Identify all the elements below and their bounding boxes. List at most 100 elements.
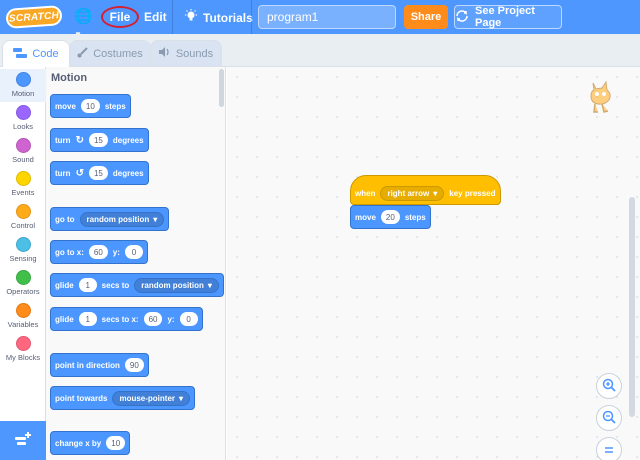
block-change-x[interactable]: change x by 10 <box>50 431 131 455</box>
block-glide-to[interactable]: glide 1 secs to random position ▾ <box>50 273 224 297</box>
zoom-out-button[interactable] <box>596 405 622 431</box>
file-menu[interactable]: File <box>101 6 139 28</box>
block-when-key-pressed[interactable]: when right arrow ▾ key pressed <box>350 175 501 205</box>
scratch-logo[interactable]: SCRATCH <box>5 5 63 29</box>
caret-down-icon: ▾ <box>179 393 184 403</box>
zoom-reset-button[interactable] <box>596 437 622 460</box>
block-text: degrees <box>112 135 144 145</box>
category-label: Variables <box>7 320 39 329</box>
category-operators[interactable]: Operators <box>0 267 46 300</box>
project-title-input[interactable]: program1 <box>258 5 396 29</box>
rotate-right-icon: ↻ <box>75 134 84 146</box>
rotate-left-icon: ↺ <box>75 167 84 179</box>
palette-scrollbar[interactable] <box>219 69 224 107</box>
zoom-in-button[interactable] <box>596 373 622 399</box>
block-go-to-xy[interactable]: go to x: 60 y: 0 <box>50 240 148 264</box>
key-dropdown[interactable]: right arrow ▾ <box>380 185 445 201</box>
block-point-direction[interactable]: point in direction 90 <box>50 353 149 377</box>
block-text: point towards <box>55 393 108 403</box>
edit-menu[interactable]: Edit <box>144 10 167 24</box>
category-events[interactable]: Events <box>0 168 46 201</box>
workspace-scrollbar[interactable] <box>629 197 635 417</box>
code-workspace[interactable]: when right arrow ▾ key pressed move 20 st… <box>227 67 640 460</box>
category-sound[interactable]: Sound <box>0 135 46 168</box>
menu-divider <box>172 0 173 34</box>
language-menu[interactable]: 🌐▼ <box>74 8 100 39</box>
block-input[interactable]: 10 <box>80 99 100 113</box>
block-dropdown[interactable]: random position ▾ <box>79 211 165 227</box>
share-button[interactable]: Share <box>404 5 448 29</box>
block-input[interactable]: 0 <box>179 312 198 326</box>
block-text: go to x: <box>55 247 84 257</box>
brush-icon <box>77 46 88 61</box>
block-input[interactable]: 60 <box>88 245 108 259</box>
block-text: steps <box>104 101 126 111</box>
block-text: change x by <box>55 438 102 448</box>
tutorials-label: Tutorials <box>203 10 253 25</box>
globe-icon: 🌐 <box>74 8 93 25</box>
category-dot <box>15 204 31 219</box>
block-text: turn <box>55 135 71 145</box>
block-text: secs to <box>101 280 130 290</box>
see-project-page-button[interactable]: See Project Page <box>454 5 562 29</box>
dropdown-value: random position <box>86 214 150 224</box>
block-point-towards[interactable]: point towards mouse-pointer ▾ <box>50 386 196 410</box>
block-text: point in direction <box>55 360 120 370</box>
dropdown-value: right arrow <box>387 188 430 198</box>
block-input[interactable]: 10 <box>106 436 126 450</box>
block-input[interactable]: 0 <box>124 245 143 259</box>
see-project-page-label: See Project Page <box>475 5 535 29</box>
category-sensing[interactable]: Sensing <box>0 234 46 267</box>
speaker-icon <box>158 47 171 60</box>
tab-sounds-label: Sounds <box>175 47 214 60</box>
zoom-in-icon <box>602 378 616 395</box>
block-input[interactable]: 15 <box>88 133 108 147</box>
block-text: go to <box>55 214 75 224</box>
category-dot <box>15 72 31 87</box>
dropdown-value: random position <box>141 280 204 290</box>
category-dot <box>15 270 31 285</box>
menu-divider <box>251 0 252 34</box>
category-dot <box>15 303 31 318</box>
tab-sounds[interactable]: Sounds <box>150 40 222 66</box>
tab-code[interactable]: Code <box>2 40 70 67</box>
add-extension-button[interactable] <box>0 421 46 460</box>
tab-costumes[interactable]: Costumes <box>69 40 151 66</box>
block-turn-right[interactable]: turn ↻ 15 degrees <box>50 128 149 152</box>
block-text: secs to x: <box>101 314 139 324</box>
add-extension-icon <box>14 431 32 452</box>
block-input[interactable]: 60 <box>143 312 163 326</box>
category-variables[interactable]: Variables <box>0 300 46 333</box>
category-label: Control <box>10 221 36 230</box>
block-turn-left[interactable]: turn ↺ 15 degrees <box>50 161 149 185</box>
caret-down-icon: ▾ <box>207 280 212 290</box>
category-motion[interactable]: Motion <box>0 69 46 102</box>
block-input[interactable]: 90 <box>124 358 144 372</box>
block-go-to[interactable]: go to random position ▾ <box>50 207 170 231</box>
block-glide-xy[interactable]: glide 1 secs to x: 60 y: 0 <box>50 307 203 331</box>
category-label: Motion <box>11 89 35 98</box>
category-dot <box>15 336 31 351</box>
category-label: Looks <box>12 122 33 131</box>
block-input[interactable]: 20 <box>380 210 400 224</box>
category-looks[interactable]: Looks <box>0 102 46 135</box>
tab-code-label: Code <box>32 48 59 60</box>
equals-icon <box>603 443 615 458</box>
block-text: y: <box>167 314 175 324</box>
tutorials-button[interactable]: Tutorials <box>184 9 253 26</box>
block-palette: Motion move 10 steps turn ↻ 15 degrees t… <box>46 67 226 460</box>
editor-main: Motion Looks Sound Events Control Sensin… <box>0 66 640 460</box>
category-dot <box>15 237 31 252</box>
block-text: degrees <box>112 168 144 178</box>
block-dropdown[interactable]: mouse-pointer ▾ <box>112 390 191 406</box>
block-move-steps[interactable]: move 10 steps <box>50 94 131 118</box>
block-text: turn <box>55 168 71 178</box>
block-move-steps-script[interactable]: move 20 steps <box>350 205 431 229</box>
block-input[interactable]: 1 <box>78 312 97 326</box>
category-control[interactable]: Control <box>0 201 46 234</box>
block-input[interactable]: 1 <box>78 278 97 292</box>
category-my-blocks[interactable]: My Blocks <box>0 333 46 366</box>
block-dropdown[interactable]: random position ▾ <box>134 277 219 293</box>
block-input[interactable]: 15 <box>88 166 108 180</box>
block-text: when <box>355 188 376 198</box>
